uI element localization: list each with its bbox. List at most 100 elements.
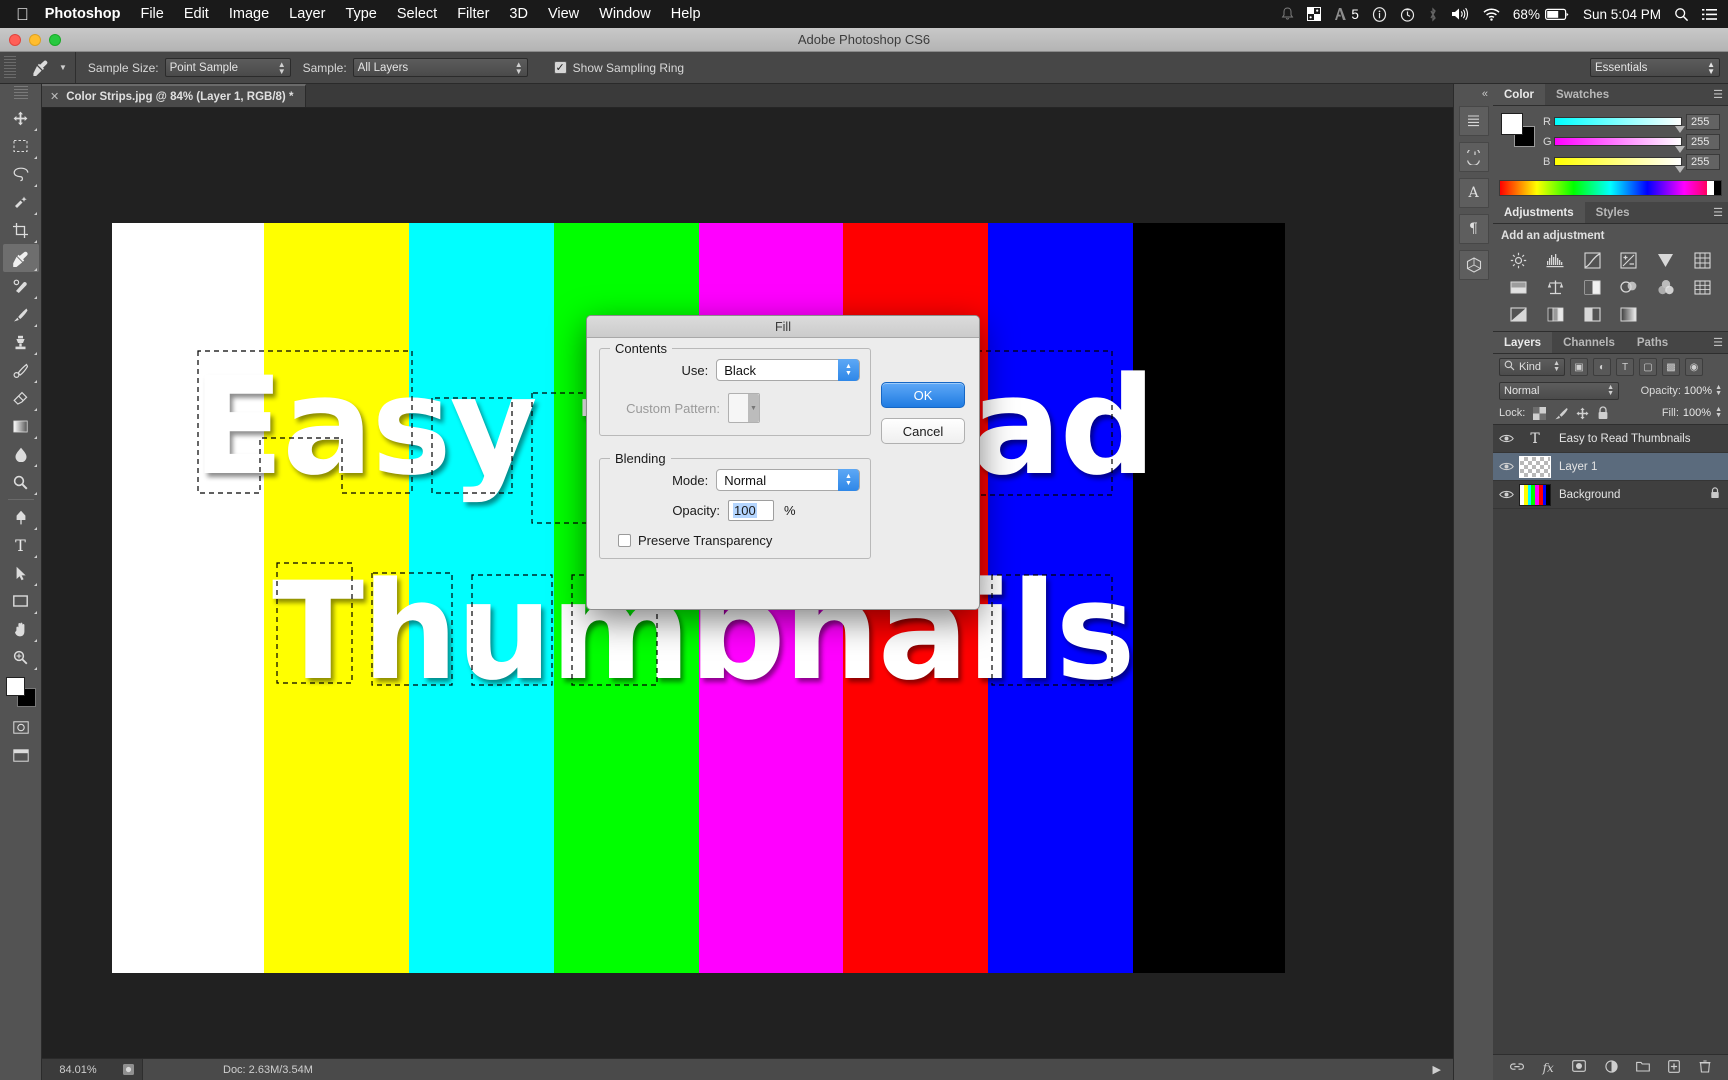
opacity-value[interactable]: 100%: [1684, 385, 1712, 397]
table-row[interactable]: T Easy to Read Thumbnails: [1493, 425, 1728, 453]
sample-size-select[interactable]: Point Sample ▲ ▼: [164, 58, 291, 77]
layer-thumbnail[interactable]: [1519, 483, 1551, 506]
spectrum-black-white-end[interactable]: [1707, 181, 1721, 195]
tool-gradient[interactable]: [3, 412, 39, 440]
color-panel-foreground-swatch[interactable]: [1501, 113, 1523, 135]
show-sampling-ring-checkbox[interactable]: ✓: [553, 61, 567, 74]
list-icon[interactable]: [1702, 8, 1718, 21]
tool-eyedropper[interactable]: [2, 244, 39, 272]
opacity-stepper-icon[interactable]: ▲ ▼: [1715, 384, 1722, 397]
chevron-down-icon[interactable]: ▼: [748, 394, 759, 422]
color-balance-scale-icon[interactable]: [1538, 276, 1573, 298]
filter-type-layers-icon[interactable]: T: [1616, 358, 1634, 376]
sample-size-stepper-icon[interactable]: ▲ ▼: [268, 60, 286, 75]
opacity-input[interactable]: 100: [728, 500, 774, 521]
tab-paths[interactable]: Paths: [1626, 332, 1679, 353]
slider-thumb-r[interactable]: [1675, 126, 1685, 133]
filter-shape-layers-icon[interactable]: ▢: [1639, 358, 1657, 376]
layer-name[interactable]: Layer 1: [1559, 461, 1597, 473]
adjustment-layer-icon[interactable]: [1604, 1059, 1618, 1076]
tool-eraser[interactable]: [3, 384, 39, 412]
link-layers-icon[interactable]: [1510, 1060, 1525, 1076]
slider-track-r[interactable]: [1554, 117, 1685, 133]
slider-track-g[interactable]: [1554, 137, 1685, 153]
menu-help[interactable]: Help: [671, 6, 701, 22]
info-circle-icon[interactable]: [1372, 6, 1387, 22]
tool-zoom[interactable]: [3, 643, 39, 671]
filter-pixel-layers-icon[interactable]: ▣: [1570, 358, 1588, 376]
menu-image[interactable]: Image: [229, 6, 269, 22]
menu-type[interactable]: Type: [345, 6, 376, 22]
invert-icon[interactable]: [1501, 303, 1536, 325]
custom-pattern-picker[interactable]: ▼: [728, 393, 760, 423]
play-arrow-icon[interactable]: ▶: [1433, 1063, 1441, 1076]
foreground-background-colors[interactable]: [5, 677, 36, 707]
tab-adjustments[interactable]: Adjustments: [1493, 202, 1585, 223]
photo-filter-icon[interactable]: [1611, 276, 1646, 298]
eye-icon[interactable]: [1493, 433, 1519, 444]
levels-icon[interactable]: [1538, 249, 1573, 271]
position-lock-icon[interactable]: [1576, 407, 1589, 420]
color-balance-icon[interactable]: [1501, 276, 1536, 298]
tool-type[interactable]: T: [3, 531, 39, 559]
tab-swatches[interactable]: Swatches: [1545, 84, 1620, 105]
channel-value-b[interactable]: 255: [1686, 153, 1720, 170]
tool-lasso[interactable]: [3, 160, 39, 188]
document-info-bar[interactable]: Doc: 2.63M/3.54M ▶: [142, 1059, 1453, 1080]
quick-mask-toggle[interactable]: [3, 713, 39, 741]
screen-mode-toggle[interactable]: [3, 741, 39, 769]
ok-button[interactable]: OK: [881, 382, 965, 408]
layer-filter-kind-select[interactable]: Kind ▲ ▼: [1499, 358, 1565, 376]
filter-toggle-icon[interactable]: ◉: [1685, 358, 1703, 376]
tool-path-selection[interactable]: [3, 559, 39, 587]
table-row[interactable]: Background: [1493, 481, 1728, 509]
cancel-button[interactable]: Cancel: [881, 418, 965, 444]
menu-layer[interactable]: Layer: [289, 6, 325, 22]
tab-styles[interactable]: Styles: [1585, 202, 1641, 223]
transparency-lock-icon[interactable]: [1533, 406, 1547, 420]
use-stepper-icon[interactable]: ▲ ▼: [838, 359, 859, 381]
character-panel-icon[interactable]: A: [1458, 178, 1489, 208]
tab-layers[interactable]: Layers: [1493, 332, 1553, 353]
tool-brush[interactable]: [3, 300, 39, 328]
blend-mode-stepper-icon[interactable]: ▲ ▼: [1607, 384, 1614, 397]
foreground-color-swatch[interactable]: [5, 677, 25, 696]
tool-crop[interactable]: [3, 216, 39, 244]
workspace-switcher[interactable]: Essentials ▲ ▼: [1590, 58, 1720, 77]
zoom-level[interactable]: 84.01%: [42, 1064, 114, 1076]
tool-hand[interactable]: [3, 615, 39, 643]
vibrance-icon[interactable]: [1648, 249, 1683, 271]
menu-select[interactable]: Select: [397, 6, 437, 22]
slider-thumb-g[interactable]: [1675, 146, 1685, 153]
color-lookup-icon[interactable]: [1685, 276, 1720, 298]
menu-3d[interactable]: 3D: [509, 6, 528, 22]
menu-filter[interactable]: Filter: [457, 6, 489, 22]
threshold-icon[interactable]: [1575, 303, 1610, 325]
tool-preset-chevron-icon[interactable]: ▼: [59, 63, 67, 72]
bluetooth-icon[interactable]: [1428, 6, 1438, 22]
battery-icon[interactable]: [1544, 8, 1570, 21]
menu-view[interactable]: View: [548, 6, 579, 22]
menu-window[interactable]: Window: [599, 6, 651, 22]
tool-blur[interactable]: [3, 440, 39, 468]
tool-marquee[interactable]: [3, 132, 39, 160]
collapse-arrows-icon[interactable]: «: [1482, 88, 1493, 100]
panel-menu-icon[interactable]: ☰: [1713, 206, 1723, 219]
preserve-transparency-row[interactable]: Preserve Transparency: [610, 533, 860, 548]
menu-photoshop[interactable]: Photoshop: [45, 6, 121, 22]
tool-pen[interactable]: [3, 503, 39, 531]
menu-edit[interactable]: Edit: [184, 6, 209, 22]
tool-preset-picker[interactable]: ▼: [22, 52, 76, 83]
paragraph-panel-icon[interactable]: ¶: [1458, 214, 1489, 244]
speaker-icon[interactable]: [1451, 7, 1470, 21]
show-sampling-ring-group[interactable]: ✓ Show Sampling Ring: [553, 61, 690, 75]
sample-select[interactable]: All Layers ▲ ▼: [352, 58, 528, 77]
brightness-contrast-icon[interactable]: [1501, 249, 1536, 271]
all-lock-icon[interactable]: [1597, 406, 1609, 420]
slider-track-b[interactable]: [1554, 157, 1685, 173]
clock-icon[interactable]: [1400, 7, 1415, 22]
paint-lock-icon[interactable]: [1554, 407, 1568, 420]
wifi-icon[interactable]: [1483, 8, 1500, 21]
color-panel-swatches[interactable]: [1501, 113, 1535, 147]
curves-icon[interactable]: [1575, 249, 1610, 271]
